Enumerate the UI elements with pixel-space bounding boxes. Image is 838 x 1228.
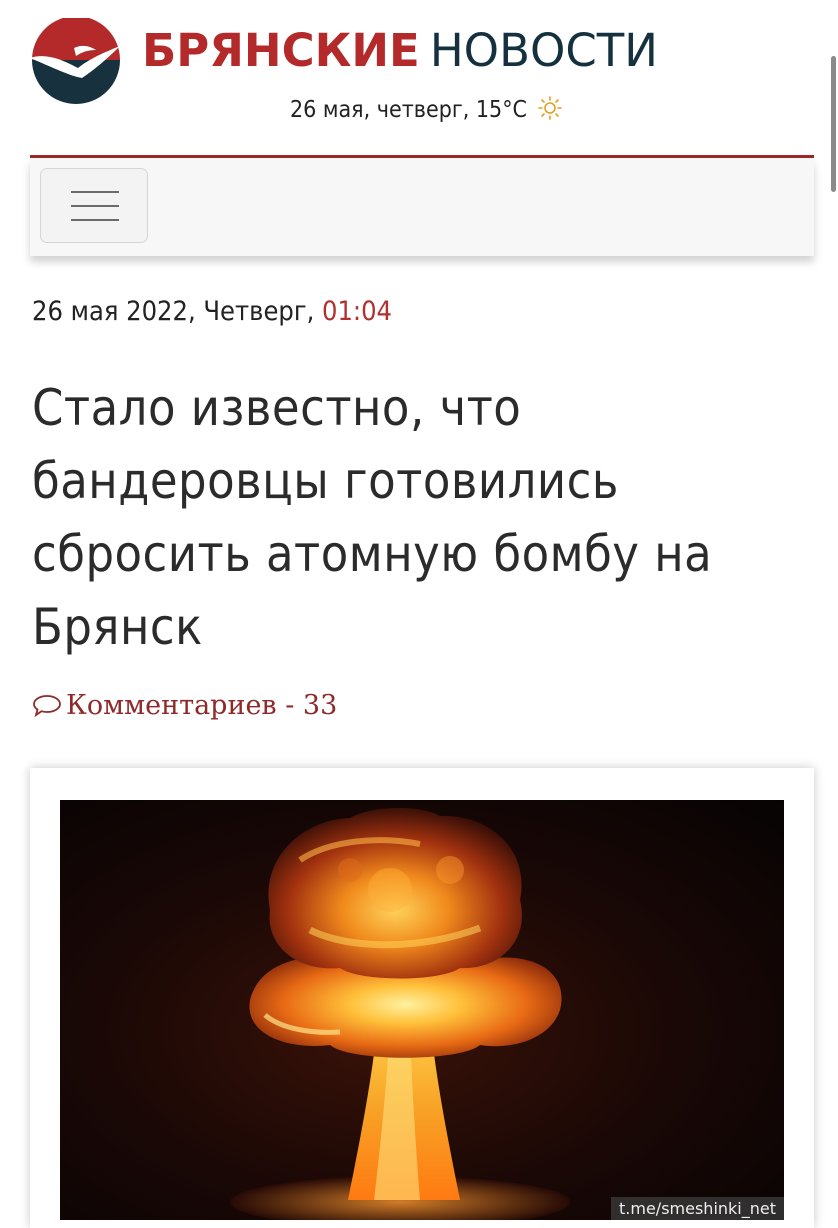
brand-part-1: БРЯНСКИЕ [142, 24, 420, 77]
date-weather-text: 26 мая, четверг, 15°С [290, 97, 527, 123]
article-image[interactable]: t.me/smeshinki_net [60, 800, 784, 1220]
brand-part-2: НОВОСТИ [429, 24, 658, 77]
navbar [30, 158, 814, 256]
comments-count: Комментариев - 33 [66, 690, 338, 721]
article-date-text: 26 мая 2022, Четверг, [32, 296, 315, 327]
hamburger-menu-icon [71, 191, 119, 193]
site-logo-icon[interactable] [26, 18, 126, 104]
speech-bubble-icon [33, 695, 61, 717]
sun-icon [537, 96, 562, 120]
watermark-text: t.me/smeshinki_net [611, 1197, 784, 1220]
comments-link[interactable]: Комментариев - 33 [32, 690, 337, 721]
article-date: 26 мая 2022, Четверг, 01:04 [32, 296, 392, 327]
nuclear-explosion-image [60, 800, 784, 1220]
article-headline: Стало известно, что бандеровцы готовилис… [32, 379, 713, 656]
hamburger-menu-button[interactable] [40, 168, 148, 243]
site-brand[interactable]: БРЯНСКИЕ НОВОСТИ [142, 28, 658, 73]
header-dateline: 26 мая, четверг, 15°С [290, 96, 562, 123]
article-time: 01:04 [322, 296, 393, 327]
site-header: БРЯНСКИЕ НОВОСТИ 26 мая, четверг, 15°С [0, 0, 838, 160]
article-image-card: t.me/smeshinki_net [30, 768, 814, 1228]
